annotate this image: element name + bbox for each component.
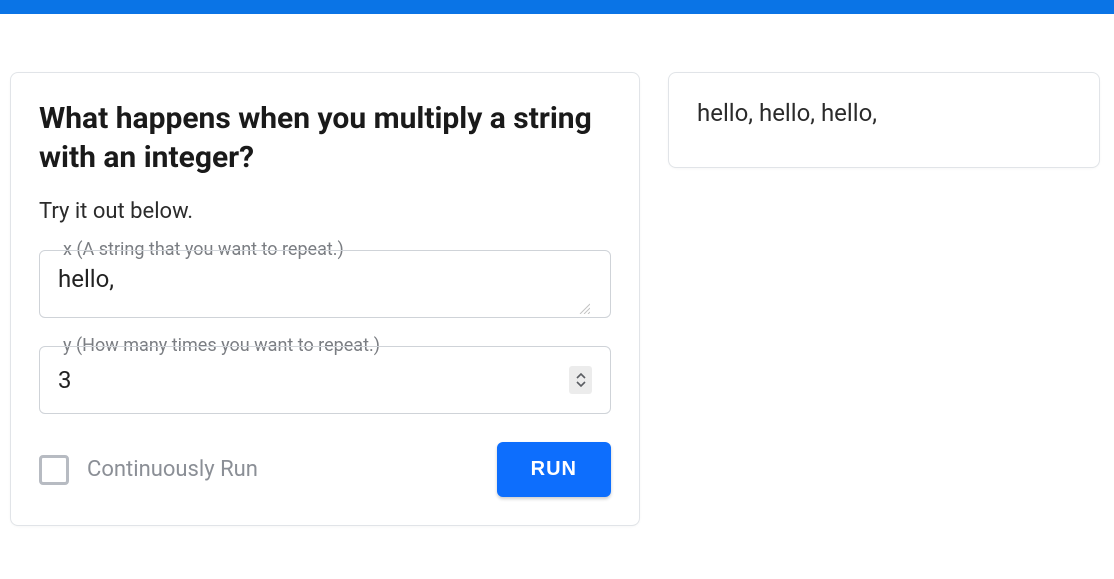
run-button[interactable]: RUN	[497, 442, 611, 497]
output-text: hello, hello, hello,	[697, 99, 1071, 127]
chevron-up-icon	[575, 373, 587, 380]
footer-row: Continuously Run RUN	[39, 442, 611, 497]
field-y: y (How many times you want to repeat.)	[39, 346, 611, 414]
x-input[interactable]	[58, 264, 592, 304]
output-card: hello, hello, hello,	[668, 72, 1100, 168]
field-y-input-wrap	[39, 346, 611, 414]
number-stepper[interactable]	[569, 366, 592, 394]
input-card: What happens when you multiply a string …	[10, 72, 640, 526]
field-x: x (A string that you want to repeat.)	[39, 250, 611, 318]
chevron-down-icon	[575, 380, 587, 387]
page: What happens when you multiply a string …	[0, 14, 1114, 536]
continuous-run-label: Continuously Run	[87, 457, 258, 482]
page-subtitle: Try it out below.	[39, 199, 611, 224]
continuous-run-group: Continuously Run	[39, 455, 258, 485]
top-bar	[0, 0, 1114, 14]
field-x-input-wrap	[39, 250, 611, 318]
page-title: What happens when you multiply a string …	[39, 99, 611, 177]
y-input[interactable]	[58, 366, 569, 394]
continuous-run-checkbox[interactable]	[39, 455, 69, 485]
